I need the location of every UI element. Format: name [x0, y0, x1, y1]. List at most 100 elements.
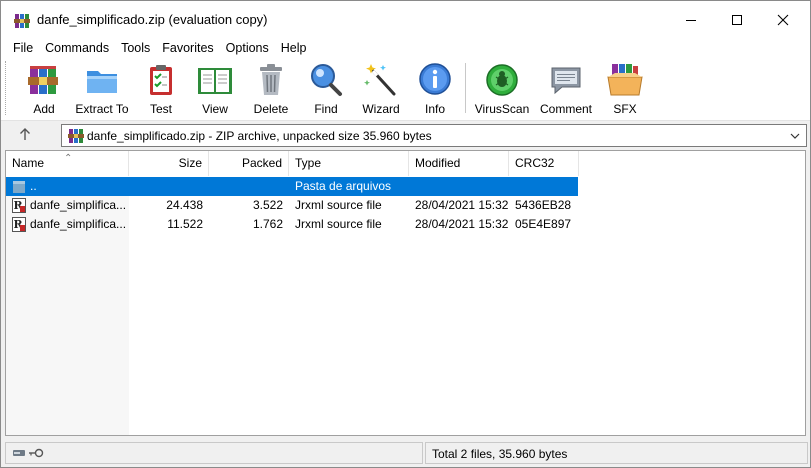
column-header-crc32[interactable]: CRC32 [509, 151, 579, 176]
toolbar-separator [465, 63, 466, 113]
virusscan-button[interactable]: VirusScan [475, 61, 529, 117]
test-button[interactable]: Test [141, 61, 181, 117]
arrow-up-icon [20, 128, 30, 140]
address-row: danfe_simplificado.zip - ZIP archive, un… [1, 122, 810, 149]
row-type: Jrxml source file [295, 217, 382, 231]
row-modified [415, 177, 509, 196]
minimize-icon [686, 20, 696, 21]
archive-icon [68, 129, 84, 143]
column-modified-label: Modified [415, 156, 461, 170]
column-header-packed[interactable]: Packed [209, 151, 289, 176]
status-right-pane: Total 2 files, 35.960 bytes [425, 442, 808, 464]
list-header: ⌃ Name Size Packed Type Modified CRC32 [6, 151, 805, 176]
address-bar[interactable]: danfe_simplificado.zip - ZIP archive, un… [61, 124, 807, 147]
column-packed-label: Packed [241, 156, 282, 170]
column-crc32-label: CRC32 [515, 156, 555, 170]
view-button[interactable]: View [193, 61, 237, 117]
column-header-modified[interactable]: Modified [409, 151, 509, 176]
menu-file[interactable]: File [7, 39, 39, 57]
comment-label: Comment [539, 102, 592, 116]
list-item-parent-folder[interactable]: .. Pasta de arquivos [6, 177, 578, 196]
close-icon [777, 14, 789, 26]
info-button[interactable]: Info [417, 61, 453, 117]
toolbar-grip [5, 61, 8, 115]
toolbar: Add Extract To Test View Delete Find Wiz… [1, 57, 810, 121]
menu-commands[interactable]: Commands [39, 39, 115, 57]
drive-icon[interactable] [12, 447, 26, 459]
address-dropdown-button[interactable] [788, 127, 802, 144]
winrar-app-icon[interactable] [14, 13, 30, 29]
sfx-box-icon [607, 64, 643, 96]
sfx-button[interactable]: SFX [605, 61, 645, 117]
wizard-button[interactable]: Wizard [359, 61, 403, 117]
key-icon[interactable] [28, 447, 44, 459]
status-bar: Total 2 files, 35.960 bytes [1, 439, 810, 467]
delete-button[interactable]: Delete [251, 61, 291, 117]
info-label: Info [424, 102, 445, 116]
minimize-button[interactable] [668, 1, 714, 39]
title-bar[interactable]: danfe_simplificado.zip (evaluation copy) [1, 1, 810, 39]
row-size: 24.438 [166, 198, 203, 212]
row-size [129, 177, 203, 196]
comment-button[interactable]: Comment [537, 61, 595, 117]
column-header-type[interactable]: Type [289, 151, 409, 176]
extract-to-label: Extract To [75, 102, 129, 116]
row-crc32 [515, 177, 577, 196]
up-folder-button[interactable] [15, 126, 35, 146]
menu-favorites[interactable]: Favorites [156, 39, 219, 57]
file-list[interactable]: ⌃ Name Size Packed Type Modified CRC32 .… [5, 150, 806, 436]
maximize-icon [732, 15, 742, 25]
status-summary: Total 2 files, 35.960 bytes [432, 447, 568, 461]
magnifier-icon [311, 64, 342, 96]
menu-bar: File Commands Tools Favorites Options He… [1, 39, 810, 57]
trash-icon [260, 64, 282, 95]
add-archive-icon [28, 66, 58, 94]
sort-ascending-icon: ⌃ [64, 153, 73, 164]
view-book-icon [198, 68, 232, 94]
row-name: danfe_simplifica... [30, 217, 127, 231]
row-packed [209, 177, 283, 196]
add-button[interactable]: Add [23, 61, 65, 117]
status-left-pane [5, 442, 423, 464]
row-name: danfe_simplifica... [30, 198, 127, 212]
test-clipboard-icon [150, 65, 172, 95]
delete-label: Delete [253, 102, 289, 116]
column-name-label: Name [12, 156, 45, 170]
row-name: .. [30, 179, 37, 193]
magic-wand-icon [364, 64, 396, 96]
view-label: View [202, 102, 228, 116]
comment-icon [551, 67, 581, 95]
find-button[interactable]: Find [306, 61, 346, 117]
row-packed: 1.762 [252, 217, 283, 231]
virusscan-label: VirusScan [474, 102, 530, 116]
find-label: Find [314, 102, 338, 116]
row-type: Pasta de arquivos [295, 179, 392, 193]
jrxml-file-icon: R [12, 217, 26, 232]
column-header-name[interactable]: ⌃ Name [6, 151, 129, 176]
row-packed: 3.522 [252, 198, 283, 212]
add-label: Add [33, 102, 55, 116]
row-crc32: 5436EB28 [515, 198, 572, 212]
row-crc32: 05E4E897 [515, 217, 572, 231]
row-size: 11.522 [167, 217, 203, 231]
status-icons [12, 447, 44, 459]
column-size-label: Size [178, 156, 202, 170]
list-item-file-1[interactable]: R danfe_simplifica... 24.438 3.522 Jrxml… [6, 196, 578, 215]
menu-tools[interactable]: Tools [115, 39, 156, 57]
wizard-label: Wizard [362, 102, 400, 116]
close-button[interactable] [760, 1, 806, 39]
info-icon [419, 63, 451, 95]
test-label: Test [149, 102, 172, 116]
folder-up-icon [13, 181, 25, 193]
column-header-size[interactable]: Size [129, 151, 209, 176]
menu-options[interactable]: Options [220, 39, 275, 57]
winrar-window: danfe_simplificado.zip (evaluation copy)… [0, 0, 811, 468]
menu-help[interactable]: Help [275, 39, 313, 57]
extract-to-button[interactable]: Extract To [74, 61, 130, 117]
maximize-button[interactable] [714, 1, 760, 39]
list-item-file-2[interactable]: R danfe_simplifica... 11.522 1.762 Jrxml… [6, 215, 578, 234]
row-modified: 28/04/2021 15:32 [415, 217, 509, 231]
chevron-down-icon [790, 133, 800, 139]
row-type: Jrxml source file [295, 198, 382, 212]
extract-folder-icon [87, 71, 117, 93]
